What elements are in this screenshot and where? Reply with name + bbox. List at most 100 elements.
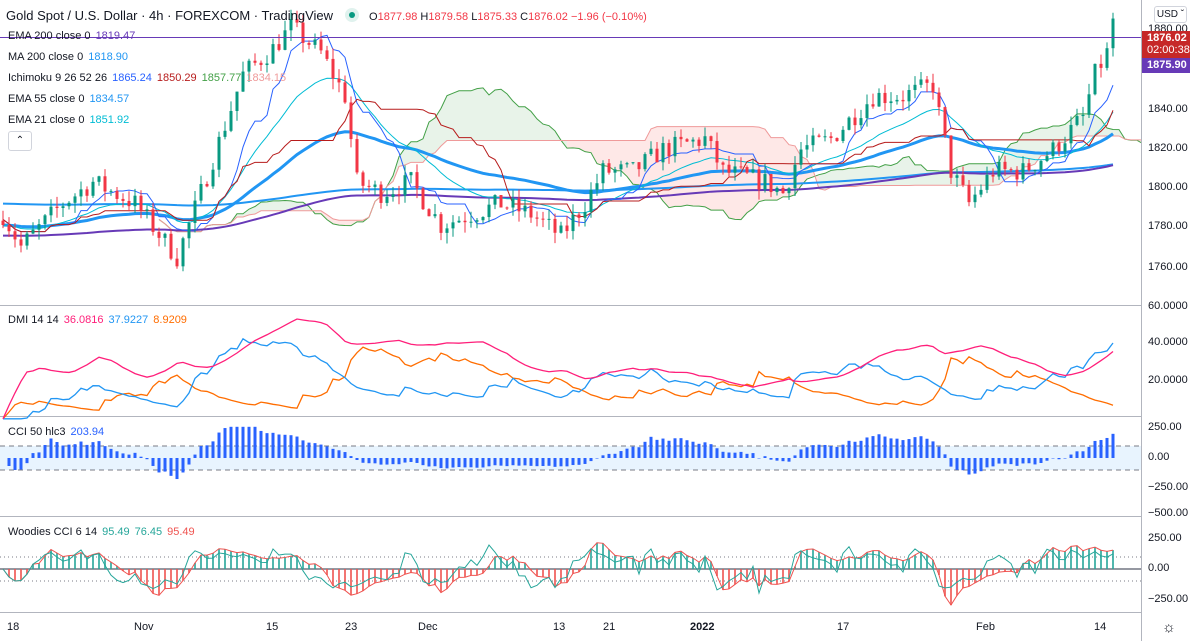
cci-bar (1093, 440, 1097, 458)
cci-bar (1003, 458, 1007, 464)
candle-body (871, 104, 875, 107)
cci-bar (553, 458, 557, 467)
legend-cci[interactable]: CCI 50 hlc3 203.94 (8, 426, 109, 438)
cci-bar (799, 449, 803, 458)
candle-body (985, 174, 989, 190)
candle-body (1093, 63, 1097, 95)
legend-dmi[interactable]: DMI 14 14 36.0816 37.9227 8.9209 (8, 314, 192, 326)
candle-body (97, 176, 101, 182)
cci-bar (661, 438, 665, 458)
cci-bar (385, 458, 389, 465)
cci-bar (421, 458, 425, 466)
candle-body (409, 172, 413, 176)
cci-bar (49, 438, 53, 458)
candle-body (727, 164, 731, 173)
candle-body (445, 228, 449, 233)
cci-bar (883, 436, 887, 458)
ichimoku-cloud-segment (525, 106, 531, 141)
candle-body (751, 169, 755, 173)
candle-body (361, 172, 365, 186)
collapse-legend-button[interactable]: ⌃ (8, 131, 32, 151)
cci-bar (229, 426, 233, 458)
price-axis[interactable]: 1880.00 1840.00 1820.00 1800.00 1780.00 … (1141, 0, 1190, 641)
symbol-title[interactable]: Gold Spot / U.S. Dollar · 4h · FOREXCOM … (6, 8, 333, 23)
legend-ema55[interactable]: EMA 55 close 0 1834.57 (8, 93, 134, 105)
legend-ma200[interactable]: MA 200 close 0 1818.90 (8, 51, 133, 63)
cci-bar (793, 455, 797, 458)
candle-body (763, 174, 767, 190)
cci-bar (271, 432, 275, 458)
candle-body (607, 163, 611, 173)
woodies-tick: −250.00 (1148, 593, 1189, 605)
time-tick: 23 (345, 621, 358, 633)
cci-bar (13, 458, 17, 470)
candle-body (247, 60, 251, 72)
candle-body (721, 162, 725, 165)
legend-ichimoku[interactable]: Ichimoku 9 26 52 26 1865.24 1850.29 1857.77… (8, 72, 291, 84)
cci-bar (187, 458, 191, 465)
candle-body (745, 167, 749, 173)
candle-body (673, 136, 677, 157)
candle-body (1027, 163, 1031, 171)
cci-bar (625, 448, 629, 458)
cci-bar (193, 454, 197, 458)
cci-bar (1033, 458, 1037, 465)
ichimoku-cloud-segment (741, 126, 747, 220)
cci-bar (643, 441, 647, 458)
candle-body (427, 209, 431, 217)
cci-bar (703, 442, 707, 458)
cci-bar (103, 446, 107, 458)
candle-body (1099, 63, 1103, 68)
cci-bar (259, 430, 263, 458)
cci-bar (823, 444, 827, 458)
price-tick: 1840.00 (1148, 103, 1188, 115)
candle-body (433, 214, 437, 217)
candle-body (151, 209, 155, 232)
candle-body (175, 258, 179, 267)
cci-bar (475, 458, 479, 468)
cci-bar (451, 458, 455, 468)
ichimoku-cloud-segment (879, 164, 885, 186)
candle-body (883, 92, 887, 104)
ichimoku-cloud-segment (399, 148, 405, 167)
candle-body (229, 110, 233, 131)
cci-bar (589, 458, 593, 462)
cci-bar (97, 441, 101, 458)
candle-body (565, 225, 569, 232)
cci-bar (919, 436, 923, 458)
cci-bar (415, 458, 419, 463)
cci-bar (463, 458, 467, 468)
legend-woodies-cci[interactable]: Woodies CCI 6 14 95.49 76.45 95.49 (8, 526, 200, 538)
candle-body (1087, 94, 1091, 115)
cci-bar (601, 455, 605, 458)
cci-bar (1081, 451, 1085, 458)
candle-body (1039, 161, 1043, 171)
currency-button[interactable]: USD ˇ (1154, 6, 1187, 23)
candle-body (895, 99, 899, 102)
ohlc-readout: O1877.98 H1879.58 L1875.33 C1876.02 −1.9… (369, 11, 647, 23)
cci-bar (853, 441, 857, 458)
legend-ema21[interactable]: EMA 21 close 0 1851.92 (8, 114, 134, 126)
candle-body (397, 194, 401, 196)
ichimoku-cloud-segment (429, 117, 435, 155)
candle-body (535, 217, 539, 219)
candle-body (301, 22, 305, 43)
ichimoku-cloud-segment (603, 140, 609, 167)
candle-body (331, 58, 335, 79)
candle-body (187, 223, 191, 239)
candle-body (463, 220, 467, 223)
cci-bar (409, 458, 413, 462)
ichimoku-cloud-segment (693, 126, 699, 207)
legend-ema200[interactable]: EMA 200 close 0 1819.47 (8, 30, 140, 42)
candle-body (787, 188, 791, 194)
cci-bar (1021, 458, 1025, 464)
cci-bar (373, 458, 377, 464)
ichimoku-cloud-segment (261, 201, 267, 211)
cci-bar (565, 458, 569, 467)
settings-gear-icon[interactable]: ☼ (1162, 619, 1176, 636)
cci-bar (991, 458, 995, 467)
cci-bar (673, 438, 677, 458)
ichimoku-cloud-segment (843, 168, 849, 187)
ichimoku-cloud-segment (1023, 132, 1029, 168)
cci-bar (211, 441, 215, 458)
